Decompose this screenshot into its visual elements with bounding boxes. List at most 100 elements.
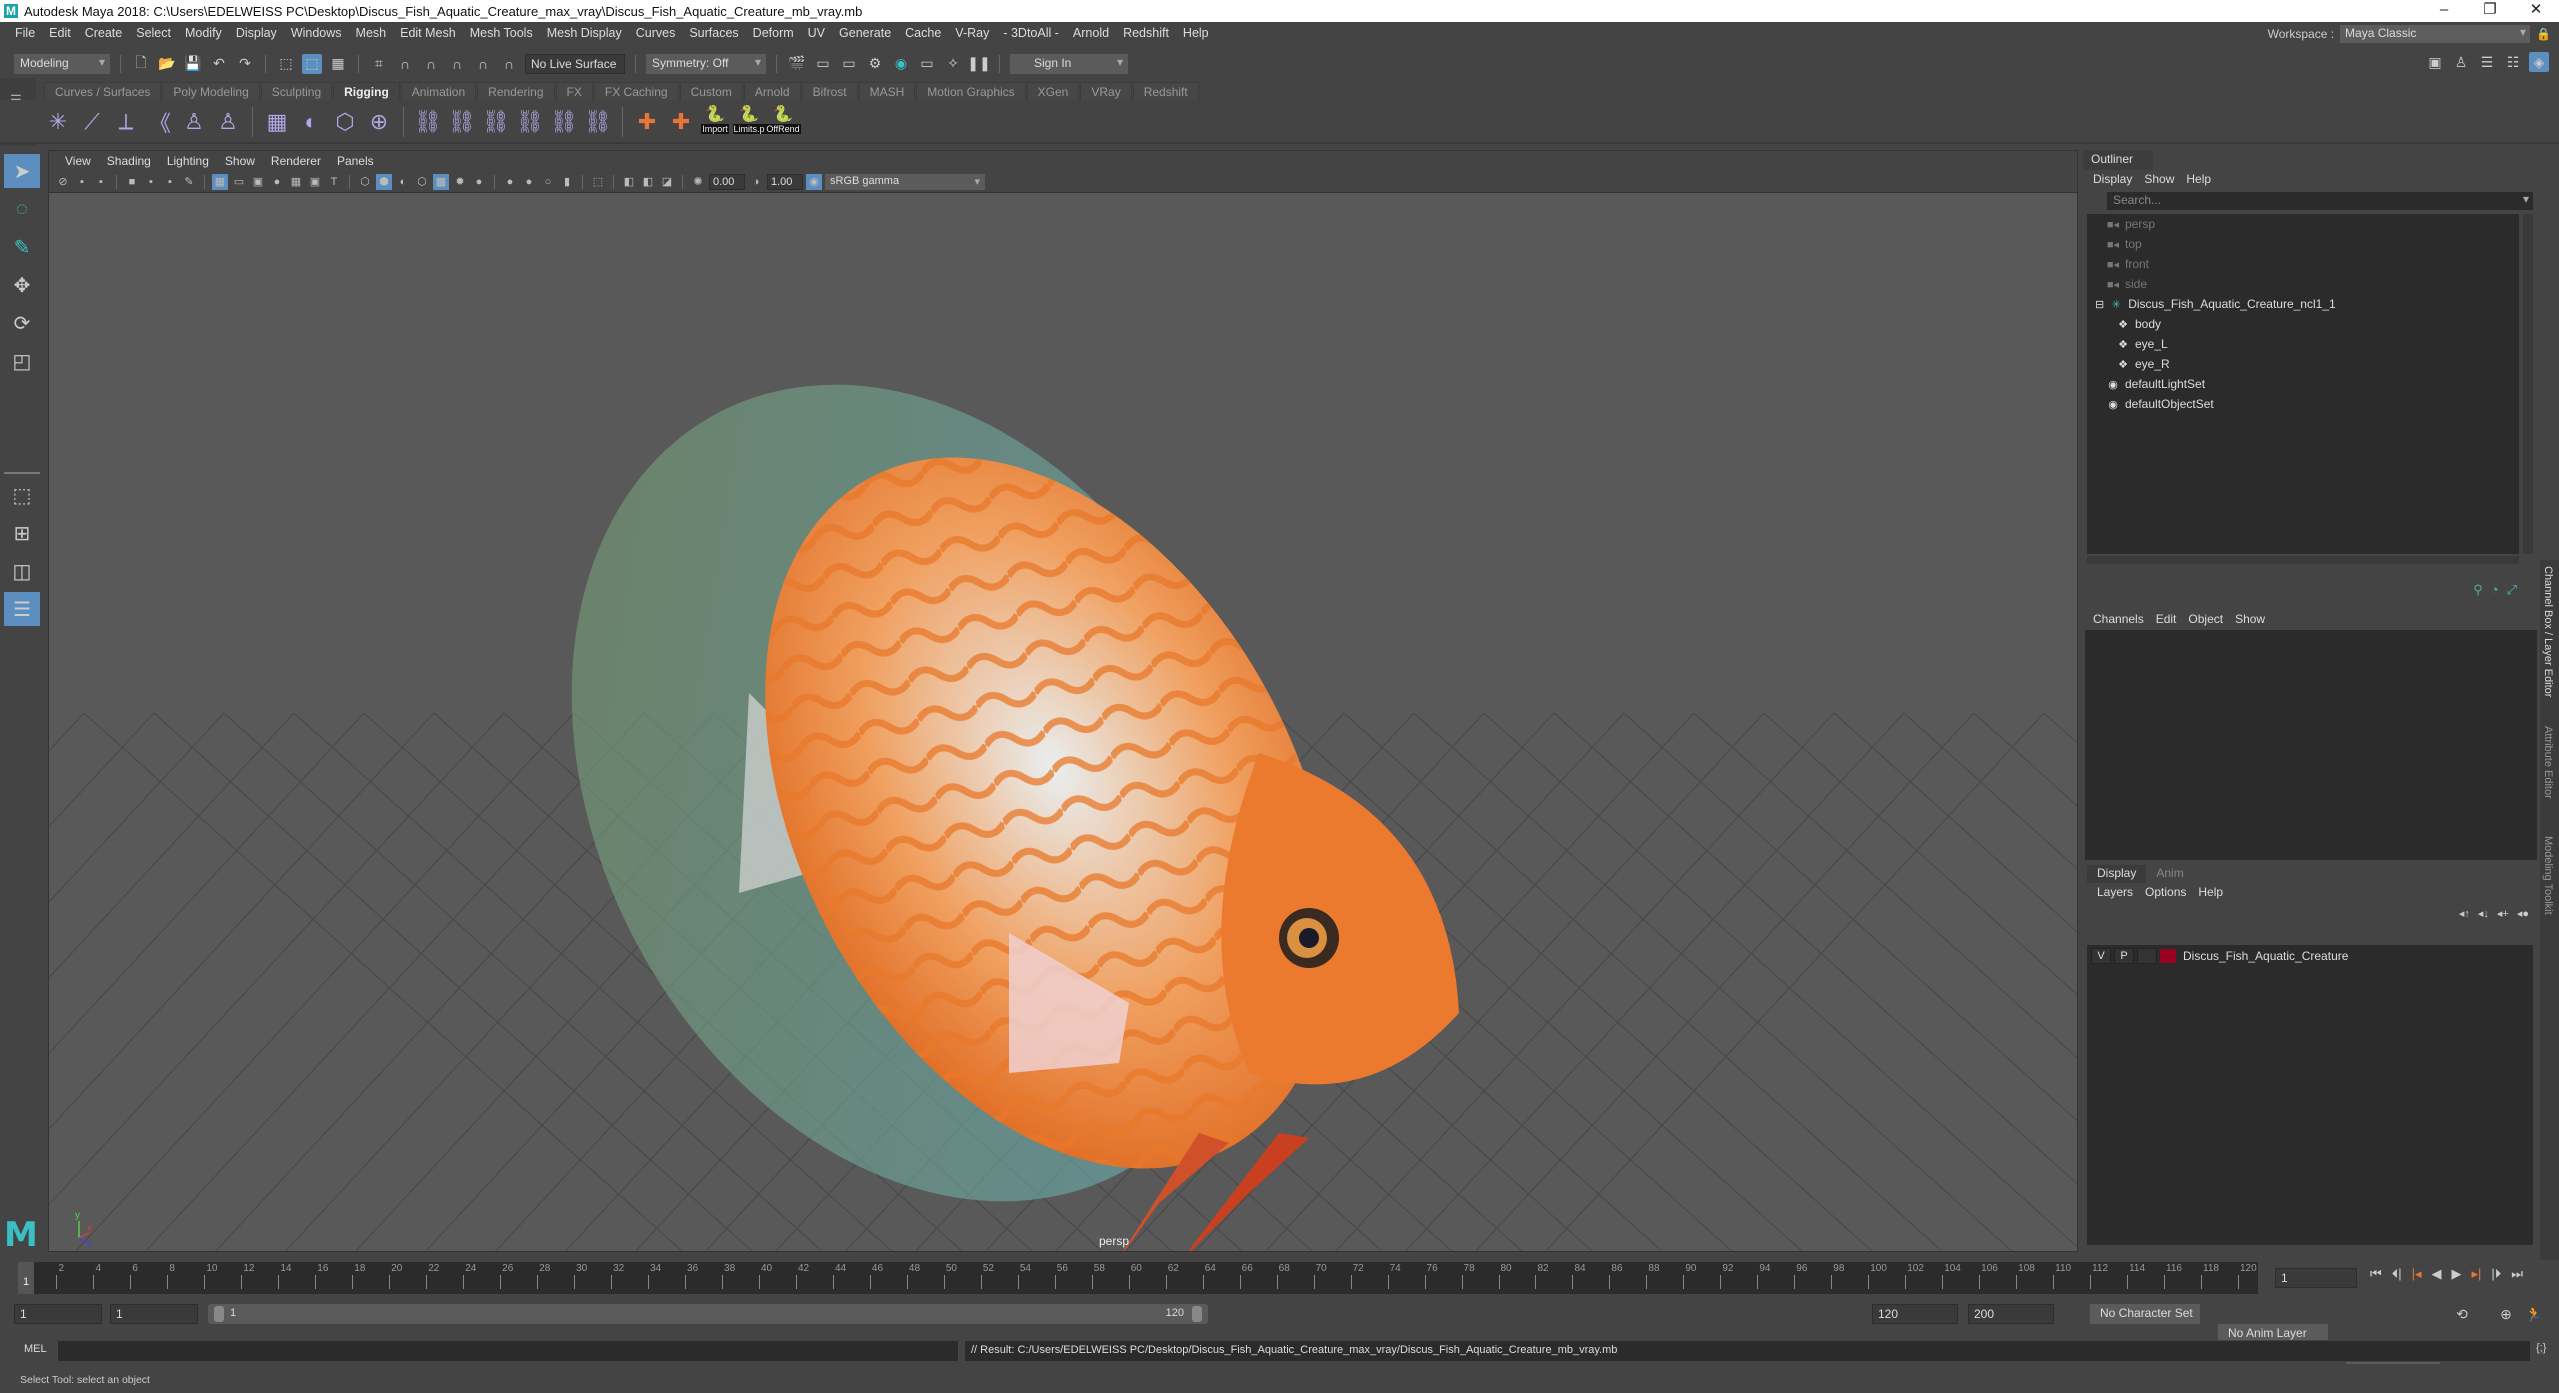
sidetab-attribute-editor[interactable]: Attribute Editor — [2540, 720, 2556, 830]
xray-icon[interactable]: ◧ — [621, 174, 637, 190]
speed-icon[interactable]: ◔ — [2491, 582, 2499, 598]
paint-select-tool-icon[interactable]: ✎ — [4, 230, 40, 264]
play-forwards-icon[interactable]: ▶ — [2452, 1266, 2462, 1282]
select-by-component-icon[interactable]: ▦ — [328, 54, 348, 74]
move-layer-down-icon[interactable]: ◂↓ — [2478, 907, 2489, 920]
help-menu[interactable]: Help — [2192, 885, 2229, 899]
playback-start-field[interactable]: 1 — [110, 1304, 198, 1324]
step-back-key-icon[interactable]: |◂ — [2412, 1266, 2422, 1282]
gamma-field[interactable]: 1.00 — [767, 173, 803, 190]
cluster-icon[interactable]: ⊕ — [365, 108, 393, 136]
shelf-tab-xgen[interactable]: XGen — [1026, 82, 1080, 102]
default-material-icon[interactable]: ◐ — [395, 174, 411, 190]
render-frame-icon[interactable]: ▭ — [813, 54, 833, 74]
script-editor-icon[interactable]: {;} — [2536, 1342, 2546, 1354]
sidetab-modeling-toolkit[interactable]: Modeling Toolkit — [2540, 830, 2556, 930]
undo-icon[interactable]: ↶ — [209, 54, 229, 74]
outliner-menu-show[interactable]: Show — [2138, 172, 2180, 186]
shelf-tab-bifrost[interactable]: Bifrost — [801, 82, 858, 102]
wireframe-icon[interactable]: ⬡ — [357, 174, 373, 190]
lasso-tool-icon[interactable]: ◌ — [4, 192, 40, 226]
layer-display-type-toggle[interactable] — [2137, 948, 2157, 964]
xray-joints-icon[interactable]: ◪ — [659, 174, 675, 190]
select-by-hierarchy-icon[interactable]: ⬚ — [276, 54, 296, 74]
snap-grid-icon[interactable]: ⌗ — [369, 54, 389, 74]
menu-select[interactable]: Select — [129, 26, 178, 40]
select-by-object-icon[interactable]: ⬚ — [302, 53, 322, 74]
shelf-tab-rendering[interactable]: Rendering — [477, 82, 555, 102]
menu-help[interactable]: Help — [1176, 26, 1216, 40]
character-set-dropdown[interactable]: No Character Set — [2090, 1304, 2200, 1324]
insert-joint-icon[interactable]: ⟋ — [78, 108, 106, 136]
range-slider[interactable]: 1 120 — [208, 1304, 1208, 1324]
manipulator-icon[interactable]: ⚲ — [2473, 582, 2483, 598]
auto-key-icon[interactable]: ⊕ — [2496, 1304, 2516, 1324]
command-input[interactable] — [58, 1341, 958, 1361]
lattice-icon[interactable]: ⬡ — [331, 108, 359, 136]
outliner-item[interactable]: ❖ body — [2087, 314, 2519, 334]
render-settings-icon[interactable]: ⚙ — [865, 54, 885, 74]
shelf-tab-curves-surfaces[interactable]: Curves / Surfaces — [44, 82, 162, 102]
select-tool-icon[interactable]: ➤ — [4, 154, 40, 188]
camera-attributes-icon[interactable]: ▪ — [93, 174, 109, 190]
menu-file[interactable]: File — [8, 26, 42, 40]
menu-cache[interactable]: Cache — [898, 26, 948, 40]
menu-redshift[interactable]: Redshift — [1116, 26, 1176, 40]
layer-visibility-toggle[interactable]: V — [2091, 948, 2111, 964]
exposure-field[interactable]: 0.00 — [709, 173, 745, 190]
grease-pencil-icon[interactable]: ✎ — [181, 174, 197, 190]
image-plane-icon[interactable]: ▪ — [143, 174, 159, 190]
menu-create[interactable]: Create — [78, 26, 130, 40]
light-editor-icon[interactable]: ✧ — [943, 54, 963, 74]
save-scene-icon[interactable]: 💾 — [183, 54, 203, 74]
human-ik-toggle-icon[interactable]: ♙ — [2451, 52, 2471, 72]
shadows-icon[interactable]: ● — [471, 174, 487, 190]
sync-graph-icon[interactable]: ⤢ — [2507, 582, 2517, 598]
outliner-item[interactable]: ■◂ front — [2087, 254, 2519, 274]
menu-v-ray[interactable]: V-Ray — [948, 26, 996, 40]
shelf-tab-redshift[interactable]: Redshift — [1132, 82, 1199, 102]
shelf-tab-mash[interactable]: MASH — [858, 82, 916, 102]
orient-constraint-icon[interactable]: ⛓ — [482, 108, 510, 136]
pause-viewport-icon[interactable]: ❚❚ — [967, 54, 990, 74]
scene-view[interactable]: y x z — [49, 193, 2078, 1252]
workspace-dropdown[interactable]: Maya Classic — [2340, 25, 2531, 43]
range-end-handle[interactable] — [1192, 1306, 1202, 1322]
outliner-search-input[interactable]: Search... — [2107, 192, 2533, 210]
sign-in-button[interactable]: Sign In — [1010, 53, 1128, 74]
animation-preferences-icon[interactable]: 🏃 — [2524, 1304, 2544, 1324]
outliner-menu-help[interactable]: Help — [2180, 172, 2217, 186]
use-all-lights-icon[interactable]: ✹ — [452, 174, 468, 190]
shelf-tab-vray[interactable]: VRay — [1080, 82, 1132, 102]
screen-space-ao-icon[interactable]: ● — [502, 174, 518, 190]
shelf-tab-fx[interactable]: FX — [555, 82, 593, 102]
open-scene-icon[interactable]: 📂 — [157, 54, 177, 74]
playback-end-field[interactable]: 120 — [1872, 1304, 1958, 1324]
loop-icon[interactable]: ⟲ — [2452, 1304, 2472, 1324]
lock-icon[interactable]: 🔒 — [2536, 27, 2551, 41]
bind-skin-icon[interactable]: ▦ — [263, 108, 291, 136]
layer-color-swatch[interactable] — [2160, 949, 2176, 963]
outliner-item[interactable]: ■◂ top — [2087, 234, 2519, 254]
render-setup-icon[interactable]: ▭ — [917, 54, 937, 74]
parent-constraint-icon[interactable]: ⛓ — [414, 108, 442, 136]
sidetab-channel-box[interactable]: Channel Box / Layer Editor — [2540, 560, 2556, 720]
live-surface-field[interactable]: No Live Surface — [525, 53, 625, 74]
object-menu[interactable]: Object — [2182, 612, 2229, 626]
snap-view-plane-icon[interactable]: ∩ — [447, 54, 467, 74]
attribute-editor-toggle-icon[interactable]: ☰ — [2477, 52, 2497, 72]
motion-blur-icon[interactable]: ● — [521, 174, 537, 190]
color-management-toggle-icon[interactable]: ◉ — [806, 173, 822, 190]
outliner-item[interactable]: ⊟ ✳ Discus_Fish_Aquatic_Creature_ncl1_1 — [2087, 294, 2519, 314]
play-backwards-icon[interactable]: ◀ — [2432, 1266, 2442, 1282]
menu-uv[interactable]: UV — [801, 26, 832, 40]
outliner-item[interactable]: ■◂ side — [2087, 274, 2519, 294]
viewport-menu-view[interactable]: View — [57, 154, 99, 168]
snap-live-icon[interactable]: ∩ — [473, 54, 493, 74]
tab-anim[interactable]: Anim — [2146, 865, 2194, 883]
edit-menu[interactable]: Edit — [2150, 612, 2183, 626]
film-gate-icon[interactable]: ▭ — [231, 174, 247, 190]
layers-menu[interactable]: Layers — [2091, 885, 2139, 899]
menu-3dtoall[interactable]: - 3DtoAll - — [996, 26, 1066, 40]
outliner-item[interactable]: ❖ eye_R — [2087, 354, 2519, 374]
